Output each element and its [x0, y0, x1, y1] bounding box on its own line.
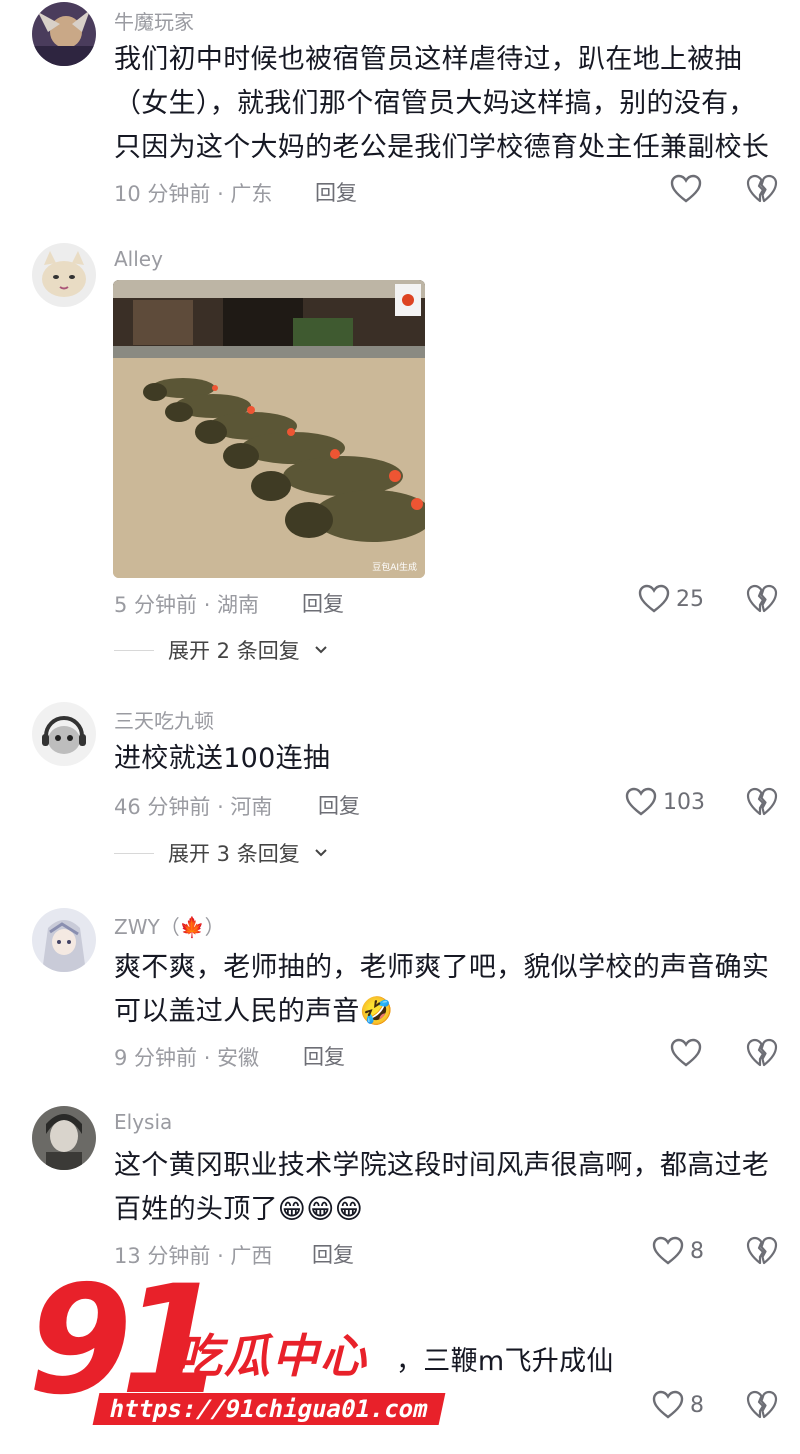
comment-text: 这个黄冈职业技术学院这段时间风声很高啊，都高过老 百姓的头顶了😁😁😁 [114, 1144, 780, 1232]
comment-line: （女生），就我们那个宿管员大妈这样搞，别的没有， [114, 88, 756, 119]
dislike-button[interactable] [746, 174, 778, 208]
heart-icon [670, 1038, 702, 1067]
expand-replies-button[interactable]: 展开 2 条回复 [114, 635, 328, 665]
broken-heart-icon [746, 584, 778, 613]
watermark-logo: 91 吃瓜中心 https://91chigua01.com [0, 1266, 460, 1446]
comment-line: 这个黄冈职业技术学院这段时间风声很高啊，都高过老 [114, 1150, 770, 1181]
heart-icon [670, 174, 702, 203]
reply-button[interactable]: 回复 [315, 177, 357, 207]
like-count: 8 [690, 1392, 704, 1418]
expand-label: 展开 2 条回复 [168, 639, 300, 663]
divider [114, 649, 154, 651]
avatar[interactable] [32, 702, 96, 766]
comment-line: 我们初中时候也被宿管员这样虐待过，趴在地上被抽 [114, 44, 742, 75]
heart-icon [625, 787, 657, 816]
reply-button[interactable]: 回复 [303, 1041, 345, 1071]
heart-icon [652, 1236, 684, 1265]
like-button[interactable] [670, 1038, 702, 1068]
reply-button[interactable]: 回复 [302, 588, 344, 618]
dislike-button[interactable] [746, 787, 778, 821]
like-button[interactable]: 8 [652, 1236, 704, 1266]
comment-text: 我们初中时候也被宿管员这样虐待过，趴在地上被抽 （女生），就我们那个宿管员大妈这… [114, 38, 780, 170]
like-button[interactable]: 103 [625, 787, 705, 817]
heart-icon [638, 584, 670, 613]
username[interactable]: ZWY（🍁） [114, 911, 225, 940]
username[interactable]: Alley [114, 247, 163, 271]
comment-image[interactable]: 豆包AI生成 [113, 280, 425, 578]
comment-line: 只因为这个大妈的老公是我们学校德育处主任兼副校长 [114, 132, 770, 163]
like-count: 103 [663, 789, 705, 815]
time-location: 46 分钟前 · 河南 [114, 795, 273, 819]
broken-heart-icon [746, 174, 778, 203]
dislike-button[interactable] [746, 1390, 778, 1424]
like-count: 25 [676, 586, 704, 612]
time-location: 10 分钟前 · 广东 [114, 182, 273, 206]
watermark-url: https://91chigua01.com [92, 1393, 446, 1425]
time-location: 5 分钟前 · 湖南 [114, 593, 260, 617]
dislike-button[interactable] [746, 1236, 778, 1270]
like-count: 8 [690, 1238, 704, 1264]
expand-replies-button[interactable]: 展开 3 条回复 [114, 838, 328, 868]
image-caption: 豆包AI生成 [372, 561, 417, 573]
comment-line: 进校就送100连抽 [114, 743, 331, 774]
comment-line: 可以盖过人民的声音🤣 [114, 996, 394, 1027]
chevron-down-icon [315, 849, 327, 857]
username[interactable]: Elysia [114, 1110, 172, 1134]
broken-heart-icon [746, 1390, 778, 1419]
comment-line: 爽不爽，老师抽的，老师爽了吧，貌似学校的声音确实 [114, 952, 770, 983]
avatar[interactable] [32, 2, 96, 66]
chevron-down-icon [315, 646, 327, 654]
time-location: 9 分钟前 · 安徽 [114, 1046, 260, 1070]
expand-label: 展开 3 条回复 [168, 842, 300, 866]
comment-text: 爽不爽，老师抽的，老师爽了吧，貌似学校的声音确实 可以盖过人民的声音🤣 [114, 946, 780, 1034]
dislike-button[interactable] [746, 1038, 778, 1072]
broken-heart-icon [746, 1236, 778, 1265]
broken-heart-icon [746, 1038, 778, 1067]
dislike-button[interactable] [746, 584, 778, 618]
avatar[interactable] [32, 908, 96, 972]
broken-heart-icon [746, 787, 778, 816]
avatar[interactable] [32, 243, 96, 307]
like-button[interactable]: 8 [652, 1390, 704, 1420]
reply-button[interactable]: 回复 [312, 1239, 354, 1269]
avatar[interactable] [32, 1106, 96, 1170]
watermark-title: 吃瓜中心 [176, 1329, 368, 1383]
comment-line: 百姓的头顶了😁😁😁 [114, 1194, 364, 1225]
heart-icon [652, 1390, 684, 1419]
username[interactable]: 三天吃九顿 [114, 705, 214, 734]
divider [114, 852, 154, 854]
like-button[interactable] [670, 174, 702, 204]
like-button[interactable]: 25 [638, 584, 704, 614]
username[interactable]: 牛魔玩家 [114, 6, 194, 35]
comment-text: 进校就送100连抽 [114, 737, 780, 781]
reply-button[interactable]: 回复 [318, 790, 360, 820]
